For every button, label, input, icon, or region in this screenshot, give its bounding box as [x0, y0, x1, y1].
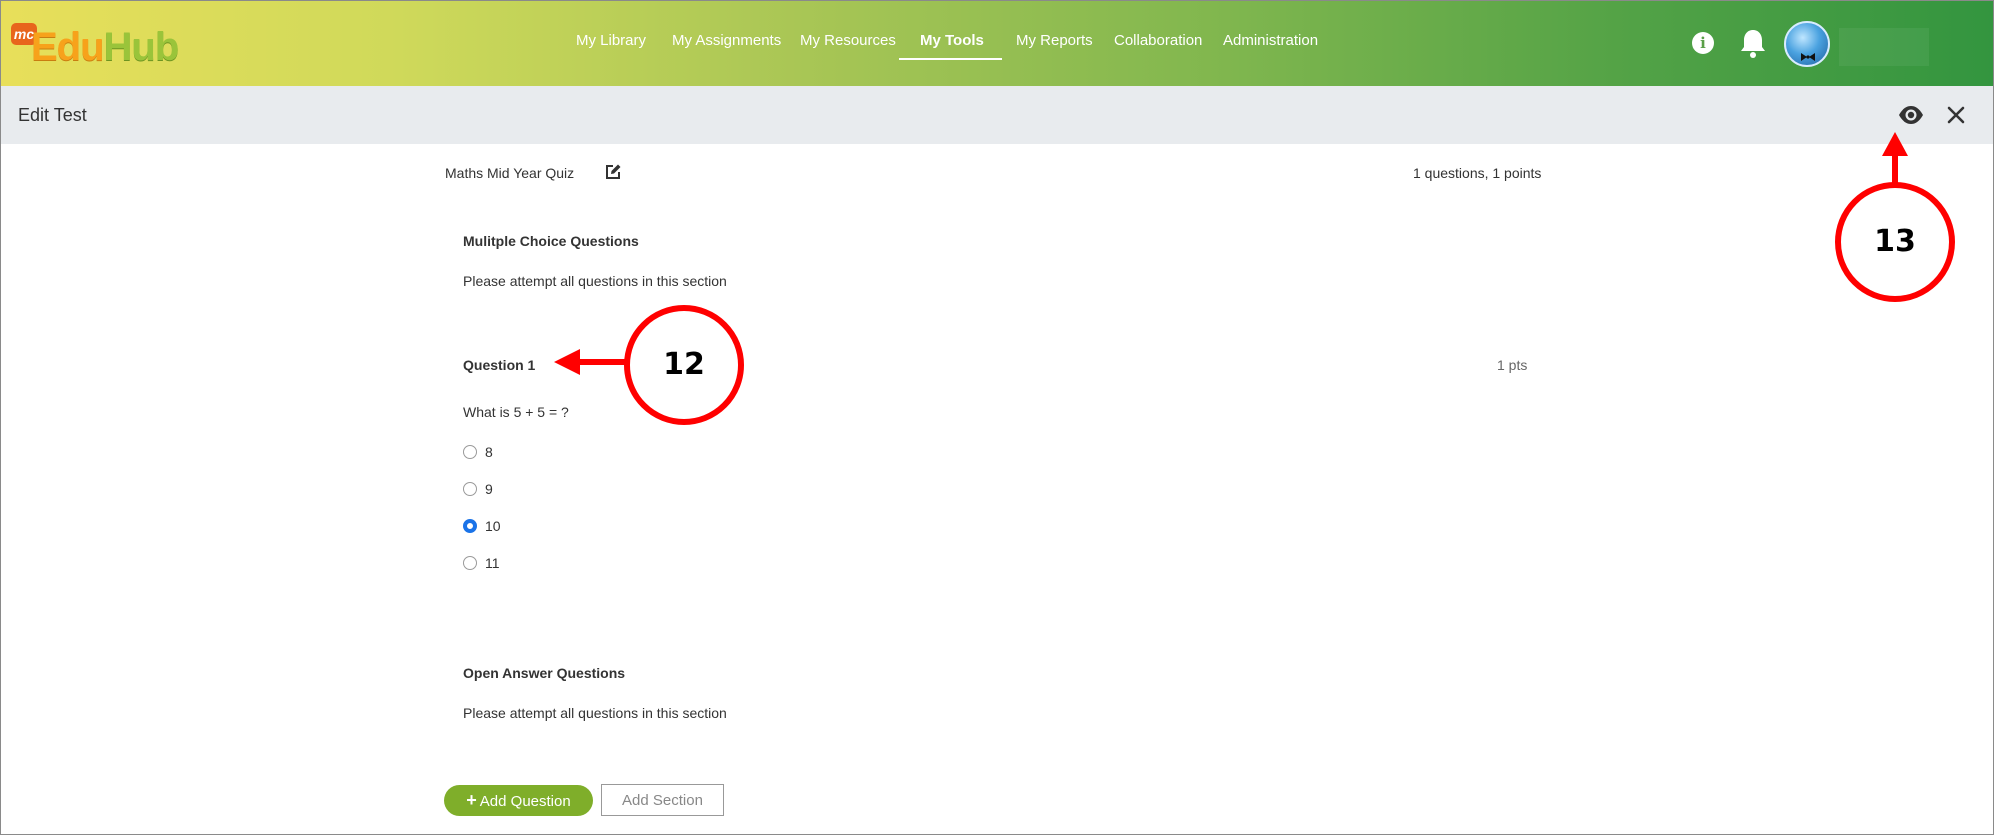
preview-eye-icon[interactable] — [1897, 103, 1925, 127]
test-summary: 1 questions, 1 points — [1413, 165, 1542, 181]
question-points: 1 pts — [1497, 357, 1528, 373]
nav-my-library[interactable]: My Library — [576, 32, 646, 49]
nav-my-assignments[interactable]: My Assignments — [672, 32, 781, 49]
option-label: 10 — [485, 518, 501, 534]
option-label: 11 — [485, 555, 500, 571]
option-label: 9 — [485, 481, 493, 497]
option-label: 8 — [485, 444, 493, 460]
add-question-button[interactable]: + Add Question — [444, 785, 593, 816]
section-description-mcq: Please attempt all questions in this sec… — [463, 273, 727, 289]
radio-button[interactable] — [463, 556, 477, 570]
test-title: Maths Mid Year Quiz — [445, 165, 575, 181]
callout-preview: 13 — [1835, 182, 1955, 302]
question-title[interactable]: Question 1 — [463, 357, 535, 373]
edit-title-icon[interactable] — [604, 163, 622, 181]
nav-my-resources[interactable]: My Resources — [800, 32, 896, 49]
bell-icon[interactable] — [1738, 27, 1768, 59]
user-name-area[interactable] — [1839, 28, 1929, 66]
callout-question: 12 — [624, 305, 744, 425]
nav-administration[interactable]: Administration — [1223, 32, 1318, 49]
section-title-mcq: Mulitple Choice Questions — [463, 233, 639, 249]
radio-button[interactable] — [463, 482, 477, 496]
page-title: Edit Test — [18, 105, 87, 125]
user-avatar[interactable] — [1784, 21, 1830, 67]
bowtie-icon — [1801, 53, 1815, 61]
top-navbar: mc EduHub My Library My Assignments My R… — [1, 1, 1993, 86]
logo-text: EduHub — [31, 25, 180, 70]
edit-test-header: Edit Test — [1, 86, 1993, 144]
logo-hub: Hub — [103, 25, 180, 69]
info-icon[interactable]: i — [1692, 32, 1714, 54]
close-icon[interactable] — [1943, 102, 1969, 128]
add-section-button[interactable]: Add Section — [601, 784, 724, 816]
logo-edu: Edu — [31, 25, 105, 69]
section-description-open: Please attempt all questions in this sec… — [463, 705, 727, 721]
nav-collaboration[interactable]: Collaboration — [1114, 32, 1202, 49]
radio-button[interactable] — [463, 445, 477, 459]
nav-my-tools[interactable]: My Tools — [920, 32, 984, 49]
eduhub-logo[interactable]: mc EduHub — [11, 19, 180, 71]
add-question-label: Add Question — [479, 793, 571, 810]
radio-button-checked[interactable] — [463, 519, 477, 533]
section-title-open: Open Answer Questions — [463, 665, 626, 681]
plus-icon: + — [466, 790, 477, 810]
nav-active-underline — [899, 58, 1002, 60]
nav-my-reports[interactable]: My Reports — [1016, 32, 1093, 49]
question-text: What is 5 + 5 = ? — [463, 404, 569, 420]
